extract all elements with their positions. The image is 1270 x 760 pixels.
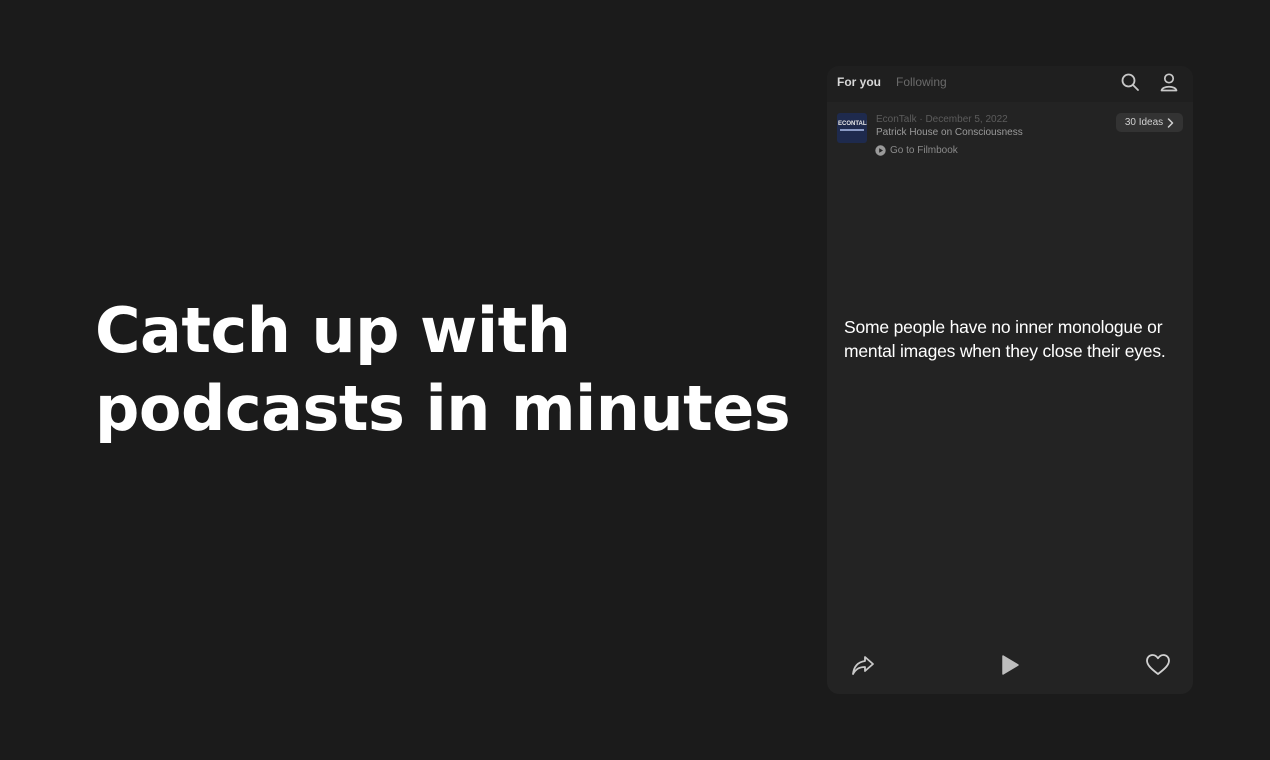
user-icon[interactable]	[1158, 71, 1180, 93]
go-to-filmbook-link[interactable]: Go to Filmbook	[875, 143, 958, 157]
podcast-logo-bar	[840, 129, 864, 131]
play-icon[interactable]	[996, 651, 1024, 679]
chevron-right-icon	[1167, 117, 1174, 128]
headline: Catch up with podcasts in minutes	[95, 292, 791, 448]
idea-card-text: Some people have no inner monologue or m…	[844, 317, 1166, 361]
promo-screen: Catch up with podcasts in minutes For yo…	[0, 0, 1270, 760]
search-icon[interactable]	[1119, 71, 1141, 93]
headline-line-1: Catch up with	[95, 294, 571, 367]
podcast-artwork[interactable]: ECONTALK	[837, 113, 867, 143]
play-circle-icon	[875, 144, 886, 156]
ideas-count-button[interactable]: 30 Ideas	[1116, 113, 1183, 132]
app-preview: For you Following ECONTALK EconTalk · De…	[827, 66, 1193, 694]
podcast-logo-text: ECONTALK	[838, 121, 867, 127]
headline-line-2: podcasts in minutes	[95, 372, 791, 445]
tab-following[interactable]: Following	[896, 75, 947, 89]
episode-meta: EconTalk · December 5, 2022	[876, 114, 1008, 125]
heart-icon[interactable]	[1144, 651, 1172, 679]
go-to-filmbook-label: Go to Filmbook	[890, 144, 958, 156]
top-bar: For you Following	[827, 66, 1193, 102]
ideas-count-label: 30 Ideas	[1124, 117, 1164, 128]
share-icon[interactable]	[849, 651, 877, 679]
episode-title[interactable]: Patrick House on Consciousness	[876, 127, 1023, 139]
tab-for-you[interactable]: For you	[837, 75, 881, 89]
